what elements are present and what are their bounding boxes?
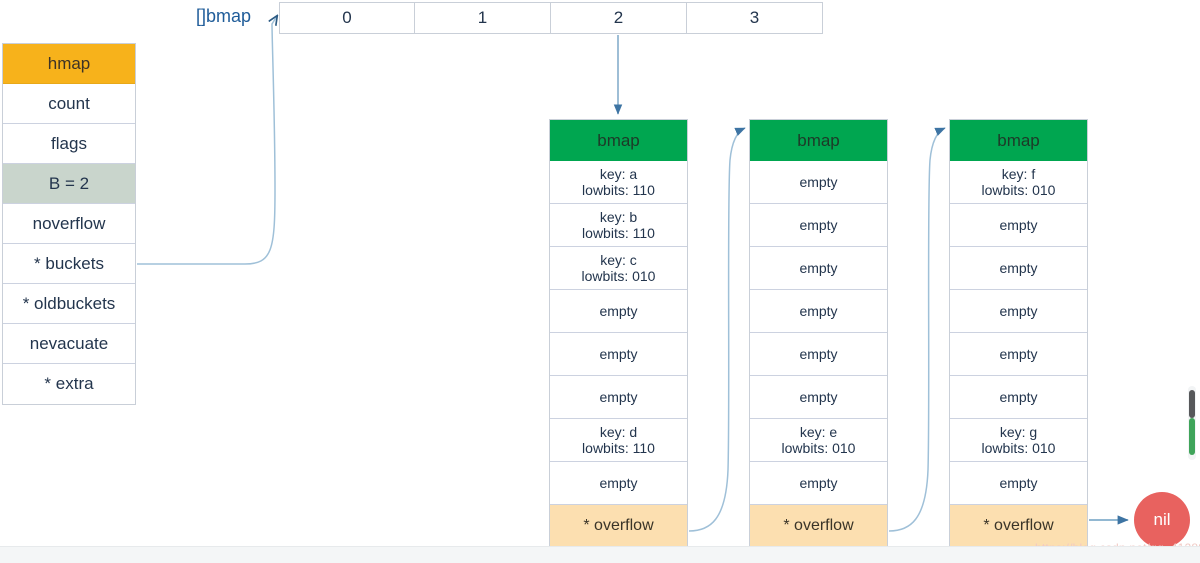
- slot-key: empty: [599, 302, 638, 319]
- bucket-array-label: []bmap: [196, 6, 252, 26]
- hmap-field-extra[interactable]: * extra: [3, 364, 135, 404]
- slot-key: empty: [999, 474, 1038, 491]
- slot-key: empty: [799, 345, 838, 362]
- bmap-slot[interactable]: empty: [750, 333, 887, 376]
- bucket-array-cell-2[interactable]: 2: [551, 2, 687, 34]
- slot-key: empty: [999, 388, 1038, 405]
- bmap-slot[interactable]: empty: [950, 204, 1087, 247]
- slot-lowbits: lowbits: 110: [582, 182, 655, 198]
- bmap-slot[interactable]: key: f lowbits: 010: [950, 161, 1087, 204]
- bucket-array-cell-1[interactable]: 1: [415, 2, 551, 34]
- bmap-slot[interactable]: empty: [750, 462, 887, 505]
- slot-key: key: d: [599, 423, 638, 440]
- bmap-bucket-2: bmap key: f lowbits: 010 empty empty emp…: [949, 119, 1088, 549]
- bmap-slot[interactable]: empty: [950, 290, 1087, 333]
- bmap-slot[interactable]: key: b lowbits: 110: [550, 204, 687, 247]
- slot-key: key: c: [600, 251, 637, 268]
- bmap-header: bmap: [950, 120, 1087, 161]
- scrollbar-thumb[interactable]: [1189, 390, 1195, 418]
- bmap-bucket-1: bmap empty empty empty empty empty empty…: [749, 119, 888, 549]
- slot-key: empty: [999, 216, 1038, 233]
- bmap-header: bmap: [550, 120, 687, 161]
- slot-key: key: e: [799, 423, 838, 440]
- diagram-canvas: []bmap 0 1 2 3 hmap count flags B = 2 no…: [0, 0, 1200, 563]
- bmap-slot[interactable]: key: a lowbits: 110: [550, 161, 687, 204]
- bucket-array: 0 1 2 3: [279, 2, 823, 34]
- footer-strip: [0, 546, 1200, 563]
- slot-key: key: b: [599, 208, 638, 225]
- bmap-slot[interactable]: key: g lowbits: 010: [950, 419, 1087, 462]
- slot-key: empty: [799, 388, 838, 405]
- bmap-slot[interactable]: empty: [750, 204, 887, 247]
- slot-lowbits: lowbits: 110: [582, 440, 655, 456]
- bmap-overflow-pointer[interactable]: * overflow: [750, 505, 887, 548]
- bmap-slot[interactable]: empty: [550, 290, 687, 333]
- bmap-bucket-0: bmap key: a lowbits: 110 key: b lowbits:…: [549, 119, 688, 549]
- hmap-field-flags[interactable]: flags: [3, 124, 135, 164]
- bmap-slot[interactable]: key: d lowbits: 110: [550, 419, 687, 462]
- slot-lowbits: lowbits: 010: [581, 268, 656, 284]
- slot-key: empty: [799, 259, 838, 276]
- slot-key: empty: [999, 302, 1038, 319]
- hmap-field-noverflow[interactable]: noverflow: [3, 204, 135, 244]
- bmap-slot[interactable]: empty: [750, 247, 887, 290]
- hmap-header: hmap: [3, 44, 135, 84]
- slot-lowbits: lowbits: 010: [981, 182, 1056, 198]
- hmap-field-b[interactable]: B = 2: [3, 164, 135, 204]
- slot-key: empty: [599, 474, 638, 491]
- slot-key: key: g: [999, 423, 1038, 440]
- bmap-slot[interactable]: key: e lowbits: 010: [750, 419, 887, 462]
- connector-overflow1-to-bucket2: [888, 127, 946, 532]
- bucket-array-cell-3[interactable]: 3: [687, 2, 823, 34]
- connector-overflow0-to-bucket1: [688, 127, 746, 532]
- slot-key: empty: [799, 474, 838, 491]
- hmap-field-count[interactable]: count: [3, 84, 135, 124]
- connector-buckets-to-array: [137, 16, 277, 265]
- slot-key: empty: [799, 173, 838, 190]
- hmap-struct: hmap count flags B = 2 noverflow * bucke…: [2, 43, 136, 405]
- bucket-array-cell-0[interactable]: 0: [279, 2, 415, 34]
- hmap-field-oldbuckets[interactable]: * oldbuckets: [3, 284, 135, 324]
- slot-key: empty: [599, 388, 638, 405]
- bmap-slot[interactable]: key: c lowbits: 010: [550, 247, 687, 290]
- hmap-field-buckets[interactable]: * buckets: [3, 244, 135, 284]
- bmap-slot[interactable]: empty: [550, 333, 687, 376]
- slot-key: empty: [999, 259, 1038, 276]
- bmap-slot[interactable]: empty: [950, 462, 1087, 505]
- slot-key: key: a: [599, 165, 638, 182]
- slot-key: empty: [999, 345, 1038, 362]
- bmap-slot[interactable]: empty: [550, 462, 687, 505]
- bmap-slot[interactable]: empty: [750, 290, 887, 333]
- bmap-header: bmap: [750, 120, 887, 161]
- bmap-slot[interactable]: empty: [750, 376, 887, 419]
- scrollbar-thumb-progress[interactable]: [1189, 418, 1195, 455]
- bmap-overflow-pointer[interactable]: * overflow: [550, 505, 687, 548]
- slot-key: empty: [799, 302, 838, 319]
- bmap-slot[interactable]: empty: [950, 376, 1087, 419]
- bmap-slot[interactable]: empty: [950, 333, 1087, 376]
- slot-lowbits: lowbits: 110: [582, 225, 655, 241]
- bmap-slot[interactable]: empty: [550, 376, 687, 419]
- nil-terminator: nil: [1134, 492, 1190, 548]
- slot-key: empty: [599, 345, 638, 362]
- bmap-slot[interactable]: empty: [950, 247, 1087, 290]
- slot-key: key: f: [1001, 165, 1036, 182]
- hmap-field-nevacuate[interactable]: nevacuate: [3, 324, 135, 364]
- bmap-slot[interactable]: empty: [750, 161, 887, 204]
- slot-key: empty: [799, 216, 838, 233]
- slot-lowbits: lowbits: 010: [781, 440, 856, 456]
- slot-lowbits: lowbits: 010: [981, 440, 1056, 456]
